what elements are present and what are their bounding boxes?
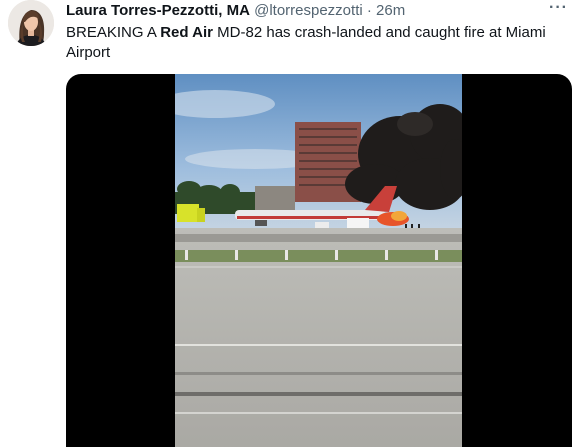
avatar[interactable] bbox=[8, 0, 54, 46]
video-scene-image bbox=[175, 74, 462, 447]
display-name[interactable]: Laura Torres-Pezzotti, MA bbox=[66, 2, 250, 19]
tweet-text-part: BREAKING A bbox=[66, 24, 161, 41]
tweet-text: BREAKING A Red Air MD-82 has crash-lande… bbox=[66, 23, 561, 63]
tweet-text-part-bold: Red Air bbox=[160, 24, 214, 41]
tweet-header: Laura Torres-Pezzotti, MA @ltorrespezzot… bbox=[66, 1, 405, 20]
tweet[interactable]: Laura Torres-Pezzotti, MA @ltorrespezzot… bbox=[0, 0, 574, 447]
video-frame[interactable] bbox=[175, 74, 462, 447]
more-options-icon[interactable]: ··· bbox=[549, 0, 568, 17]
handle[interactable]: @ltorrespezzotti bbox=[254, 2, 363, 19]
media-container[interactable] bbox=[66, 74, 572, 447]
timestamp[interactable]: 26m bbox=[376, 2, 405, 19]
separator-dot: · bbox=[366, 2, 372, 19]
